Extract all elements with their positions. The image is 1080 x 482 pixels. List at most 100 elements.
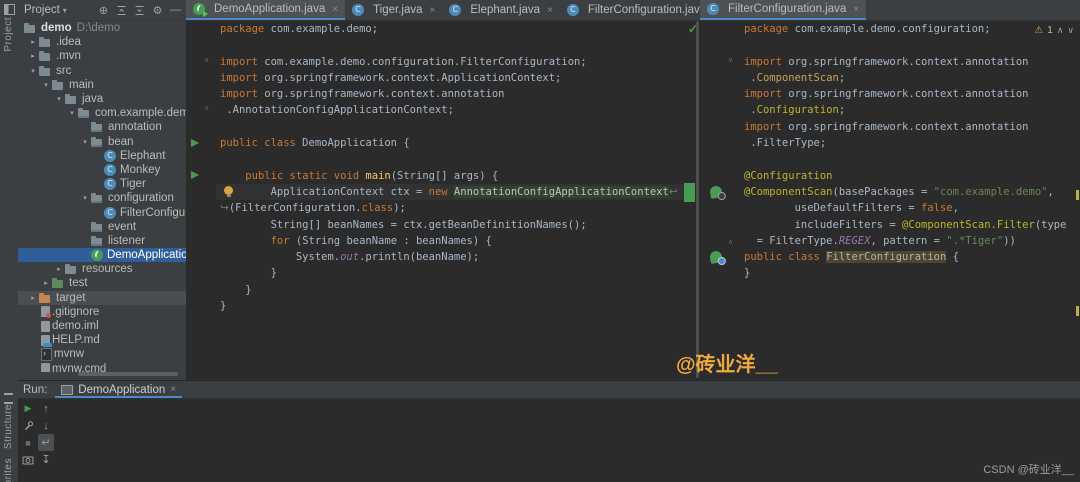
code-line[interactable]: } <box>216 298 690 314</box>
close-tab-icon[interactable]: × <box>430 5 436 16</box>
code-line[interactable]: .AnnotationConfigApplicationContext; <box>216 102 690 118</box>
tree-chevron-icon[interactable]: ▸ <box>40 279 52 287</box>
code-line[interactable]: @Configuration <box>740 168 1080 184</box>
code-line[interactable]: import org.springframework.context.annot… <box>216 86 690 102</box>
code-line[interactable]: package com.example.demo; <box>216 21 690 37</box>
navigate-up-button[interactable]: ↑ <box>38 400 54 417</box>
code-line[interactable]: import org.springframework.context.annot… <box>740 119 1080 135</box>
camera-icon[interactable] <box>20 451 36 468</box>
tree-chevron-icon[interactable]: ▾ <box>79 138 91 146</box>
close-tab-icon[interactable]: × <box>853 4 859 15</box>
code-line[interactable]: public class DemoApplication { <box>216 135 690 151</box>
tree-item-com.example.demo[interactable]: ▾ com.example.demo <box>18 106 186 120</box>
code-line[interactable]: import org.springframework.context.Appli… <box>216 70 690 86</box>
code-line[interactable]: System.out.println(beanName); <box>216 249 690 265</box>
fold-marker-icon[interactable]: ∧ <box>204 104 209 112</box>
tree-item-annotation[interactable]: annotation <box>18 120 186 134</box>
tree-item-test[interactable]: ▸ test <box>18 276 186 290</box>
stripe-button-project[interactable]: Project <box>3 17 14 52</box>
code-line[interactable] <box>740 151 1080 167</box>
code-line[interactable]: } <box>216 265 690 281</box>
tree-chevron-icon[interactable]: ▸ <box>27 52 39 60</box>
soft-wrap-button[interactable]: ↵ <box>38 434 54 451</box>
tree-item-demo.iml[interactable]: demo.iml <box>18 319 186 333</box>
locate-file-button[interactable]: ⊕ <box>96 1 111 19</box>
tree-item-HELP.md[interactable]: HELP.md <box>18 333 186 347</box>
tree-item-mvnw[interactable]: mvnw <box>18 347 186 361</box>
tree-item-.gitignore[interactable]: .gitignore <box>18 305 186 319</box>
code-line[interactable]: = FilterType.REGEX, pattern = ".*Tiger")… <box>740 233 1080 249</box>
hide-panel-button[interactable]: — <box>168 1 183 19</box>
navigate-down-button[interactable]: ↓ <box>38 417 54 434</box>
tree-chevron-icon[interactable]: ▸ <box>27 38 39 46</box>
tree-item-Tiger[interactable]: C Tiger <box>18 177 186 191</box>
tree-item-resources[interactable]: ▸ resources <box>18 262 186 276</box>
spring-bean-gutter-icon[interactable] <box>709 185 723 199</box>
code-line[interactable]: public class FilterConfiguration { <box>740 249 1080 265</box>
fold-marker-icon[interactable]: ∧ <box>728 238 733 246</box>
code-line[interactable]: @ComponentScan(basePackages = "com.examp… <box>740 184 1080 200</box>
code-line[interactable]: String[] beanNames = ctx.getBeanDefiniti… <box>216 217 690 233</box>
tree-chevron-icon[interactable]: ▾ <box>27 67 39 75</box>
tree-chevron-icon[interactable]: ▾ <box>66 109 78 117</box>
code-line[interactable]: .Configuration; <box>740 102 1080 118</box>
prev-warning-icon[interactable]: ∧ <box>1057 25 1064 36</box>
vertical-scrollbar[interactable] <box>696 21 699 378</box>
close-icon[interactable]: × <box>170 384 176 395</box>
close-tab-icon[interactable]: × <box>547 5 553 16</box>
expand-all-button[interactable] <box>114 1 129 19</box>
gear-icon[interactable]: ⚙ <box>150 1 165 19</box>
tree-item-event[interactable]: event <box>18 220 186 234</box>
fold-marker-icon[interactable]: ∨ <box>728 56 733 64</box>
code-line[interactable] <box>216 151 690 167</box>
code-line[interactable] <box>216 37 690 53</box>
code-line[interactable]: import org.springframework.context.annot… <box>740 54 1080 70</box>
tree-item-mvnw.cmd[interactable]: mvnw.cmd <box>18 362 186 372</box>
close-tab-icon[interactable]: × <box>332 4 338 15</box>
intention-bulb-icon[interactable] <box>224 186 233 197</box>
tree-item-main[interactable]: ▾ main <box>18 78 186 92</box>
code-line[interactable]: useDefaultFilters = false, <box>740 200 1080 216</box>
code-line[interactable]: } <box>216 282 690 298</box>
spring-config-gutter-icon[interactable] <box>709 250 723 264</box>
tab-FilterConfiguration.java[interactable]: CFilterConfiguration.java× <box>700 0 867 20</box>
edit-configuration-wrench-button[interactable] <box>20 417 36 434</box>
rerun-button[interactable]: ▶ <box>20 400 36 417</box>
run-class-gutter-icon[interactable] <box>191 139 199 147</box>
tree-item-configuration[interactable]: ▾ configuration <box>18 191 186 205</box>
tree-item-src[interactable]: ▾ src <box>18 64 186 78</box>
stripe-button-favorites[interactable]: Favorites <box>3 458 14 482</box>
tree-item-demo[interactable]: demo D:\demo <box>18 21 186 35</box>
code-line[interactable]: import com.example.demo.configuration.Fi… <box>216 54 690 70</box>
tab-Elephant.java[interactable]: C Elephant.java × <box>442 0 560 20</box>
code-line[interactable]: .ComponentScan; <box>740 70 1080 86</box>
stop-button[interactable]: ■ <box>20 434 36 451</box>
tree-item-target[interactable]: ▸ target <box>18 290 186 305</box>
tree-item-Elephant[interactable]: C Elephant <box>18 149 186 163</box>
tab-DemoApplication.java[interactable]: DemoApplication.java × <box>186 0 346 20</box>
tab-FilterConfiguration.java[interactable]: CFilterConfiguration.java× <box>560 0 700 20</box>
code-line[interactable]: package com.example.demo.configuration; <box>740 21 1080 37</box>
next-warning-icon[interactable]: ∨ <box>1067 25 1074 36</box>
tree-item-DemoApplication[interactable]: DemoApplication <box>18 248 186 263</box>
chevron-down-icon[interactable]: ▾ <box>63 6 67 15</box>
code-line[interactable]: ↪(FilterConfiguration.class); <box>216 200 690 216</box>
tree-chevron-icon[interactable]: ▾ <box>53 95 65 103</box>
code-line[interactable]: includeFilters = @ComponentScan.Filter(t… <box>740 217 1080 233</box>
code-line[interactable]: for (String beanName : beanNames) { <box>216 233 690 249</box>
code-line[interactable]: .FilterType; <box>740 135 1080 151</box>
stripe-button-structure[interactable]: Structure <box>3 404 14 449</box>
collapse-all-button[interactable] <box>132 1 147 19</box>
tree-item-listener[interactable]: listener <box>18 234 186 248</box>
horizontal-scrollbar[interactable] <box>78 372 178 376</box>
inspection-widget[interactable]: ⚠ 1 ∧ ∨ <box>1034 25 1074 36</box>
tree-item-.idea[interactable]: ▸ .idea <box>18 35 186 49</box>
code-line[interactable] <box>740 37 1080 53</box>
code-line[interactable] <box>216 119 690 135</box>
run-main-gutter-icon[interactable] <box>191 171 199 179</box>
code-line[interactable]: import org.springframework.context.annot… <box>740 86 1080 102</box>
tree-item-java[interactable]: ▾ java <box>18 92 186 106</box>
tree-chevron-icon[interactable]: ▾ <box>40 81 52 89</box>
scroll-to-end-button[interactable]: ↧ <box>38 451 54 468</box>
fold-marker-icon[interactable]: ∨ <box>204 56 209 64</box>
